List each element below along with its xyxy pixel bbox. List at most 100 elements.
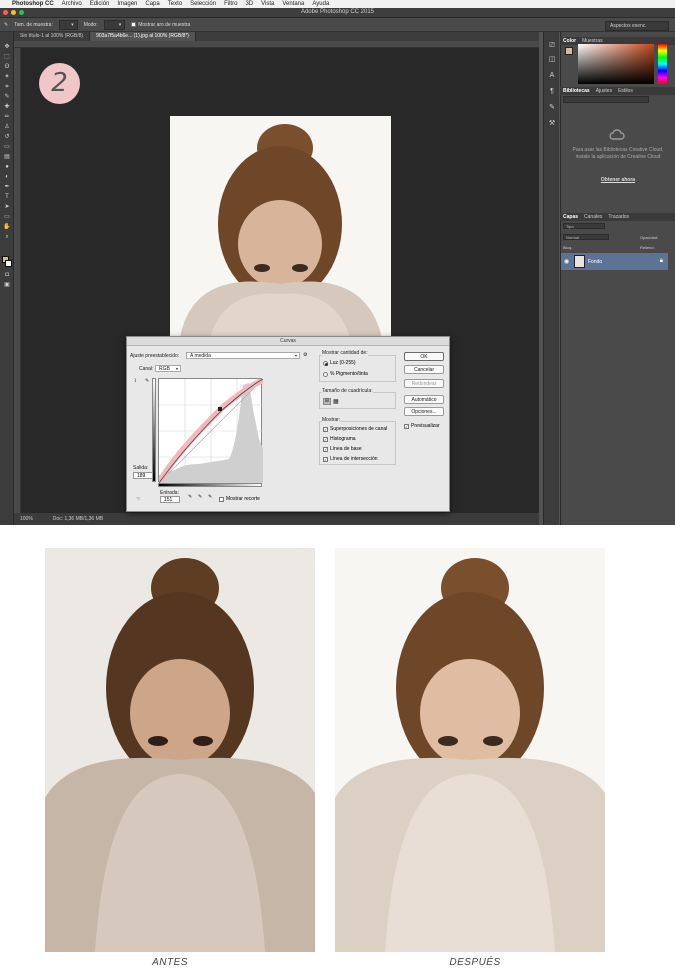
document-image[interactable] bbox=[170, 116, 391, 338]
output-label: Salida: bbox=[133, 465, 149, 471]
hand-tool-icon[interactable]: ✋ bbox=[3, 224, 11, 231]
tab-paths[interactable]: Trazados bbox=[608, 214, 629, 220]
magic-wand-tool-icon[interactable]: ✶ bbox=[3, 74, 11, 81]
curves-graph[interactable] bbox=[158, 378, 264, 484]
menu-texto[interactable]: Texto bbox=[168, 1, 182, 7]
sample-size-select[interactable]: ▾ bbox=[58, 19, 78, 30]
menu-app-name[interactable]: Photoshop CC bbox=[12, 1, 54, 7]
detailed-grid-icon[interactable]: ▦ bbox=[333, 398, 339, 405]
menu-filtro[interactable]: Filtro bbox=[224, 1, 237, 7]
eye-icon[interactable]: ◉ bbox=[564, 258, 569, 265]
quick-mask-icon[interactable]: ◘ bbox=[3, 272, 11, 279]
character-panel-icon[interactable]: A bbox=[548, 72, 556, 80]
eraser-tool-icon[interactable]: ▭ bbox=[3, 144, 11, 151]
gradient-tool-icon[interactable]: ▤ bbox=[3, 154, 11, 161]
library-select[interactable] bbox=[563, 96, 649, 103]
tool-presets-panel-icon[interactable]: ⚒ bbox=[548, 120, 556, 128]
tab-libraries[interactable]: Bibliotecas bbox=[563, 88, 590, 94]
paragraph-panel-icon[interactable]: ¶ bbox=[548, 88, 556, 96]
black-point-eyedropper-icon[interactable]: ✎ bbox=[188, 494, 192, 500]
preset-select[interactable]: A medida ▾ bbox=[186, 352, 300, 359]
menu-imagen[interactable]: Imagen bbox=[117, 1, 137, 7]
healing-brush-tool-icon[interactable]: ✚ bbox=[3, 104, 11, 111]
eyedropper-tool-icon[interactable]: ✎ bbox=[3, 94, 11, 101]
marquee-tool-icon[interactable]: ⬚ bbox=[3, 54, 11, 61]
white-point-eyedropper-icon[interactable]: ✎ bbox=[208, 494, 212, 500]
clone-stamp-tool-icon[interactable]: ♙ bbox=[3, 124, 11, 131]
crop-tool-icon[interactable]: ⌗ bbox=[3, 84, 11, 91]
menu-archivo[interactable]: Archivo bbox=[62, 1, 82, 7]
input-field[interactable]: 151 bbox=[160, 496, 180, 503]
ok-button[interactable]: OK bbox=[404, 352, 444, 361]
color-panel-foreground-swatch[interactable] bbox=[565, 47, 573, 55]
screen-mode-icon[interactable]: ▣ bbox=[3, 282, 11, 289]
tab-layers[interactable]: Capas bbox=[563, 214, 578, 220]
targeted-adjustment-icon[interactable]: ☜ bbox=[136, 496, 140, 502]
rectangle-tool-icon[interactable]: ▭ bbox=[3, 214, 11, 221]
color-field[interactable] bbox=[578, 44, 654, 84]
menu-capa[interactable]: Capa bbox=[145, 1, 159, 7]
preset-value: A medida bbox=[190, 353, 211, 359]
path-selection-tool-icon[interactable]: ➤ bbox=[3, 204, 11, 211]
menu-seleccion[interactable]: Selección bbox=[190, 1, 216, 7]
options-button[interactable]: Opciones... bbox=[404, 407, 444, 416]
histogram-checkbox[interactable]: ✓ Histograma bbox=[323, 436, 356, 442]
hue-slider[interactable] bbox=[658, 44, 667, 84]
show-ring-checkbox[interactable]: Mostrar aro de muestra bbox=[131, 22, 190, 28]
show-clipping-checkbox[interactable]: Mostrar recorte bbox=[219, 496, 260, 502]
layer-name: Fondo bbox=[588, 259, 603, 265]
menu-ventana[interactable]: Ventana bbox=[282, 1, 304, 7]
history-brush-tool-icon[interactable]: ↺ bbox=[3, 134, 11, 141]
lasso-tool-icon[interactable]: ʘ bbox=[3, 64, 11, 71]
dodge-tool-icon[interactable]: ◐ bbox=[3, 174, 11, 181]
simple-grid-icon[interactable]: ⊞ bbox=[323, 398, 331, 405]
pencil-icon[interactable]: ✎ bbox=[145, 378, 149, 384]
creative-cloud-icon bbox=[609, 129, 625, 140]
document-tab-photo[interactable]: 903a7f5a4b6e... (1).jpg al 100% (RGB/8*) bbox=[90, 32, 196, 41]
curve-edit-points-icon[interactable]: ⌇ bbox=[134, 378, 136, 384]
background-color-swatch[interactable] bbox=[5, 260, 12, 267]
blend-mode-select[interactable]: Normal bbox=[563, 234, 609, 240]
preset-menu-gear-icon[interactable]: ⚙ bbox=[303, 352, 307, 358]
brush-panel-icon[interactable]: ✎ bbox=[548, 104, 556, 112]
output-field[interactable]: 189 bbox=[133, 472, 153, 479]
baseline-checkbox[interactable]: ✓ Línea de base bbox=[323, 446, 362, 452]
pen-tool-icon[interactable]: ✒ bbox=[3, 184, 11, 191]
output-gradient-bar bbox=[152, 378, 156, 482]
intersection-line-checkbox[interactable]: ✓ Línea de intersección bbox=[323, 456, 378, 462]
menu-vista[interactable]: Vista bbox=[261, 1, 274, 7]
preview-checkbox[interactable]: ✓ Previsualizar bbox=[404, 423, 440, 429]
auto-button[interactable]: Automático bbox=[404, 395, 444, 404]
menu-edicion[interactable]: Edición bbox=[90, 1, 110, 7]
after-caption: DESPUÉS bbox=[449, 957, 501, 968]
move-tool-icon[interactable]: ✥ bbox=[3, 44, 11, 51]
properties-panel-icon[interactable]: ◫ bbox=[548, 56, 556, 64]
tab-color[interactable]: Color bbox=[563, 38, 576, 44]
workspace-select[interactable]: Aspectos esenc. bbox=[605, 21, 669, 31]
pigment-radio-label: % Pigmento/tinta bbox=[330, 371, 368, 377]
menu-3d[interactable]: 3D bbox=[245, 1, 253, 7]
layer-kind-filter[interactable]: Tipo bbox=[563, 223, 605, 229]
history-panel-icon[interactable]: ⎚ bbox=[548, 42, 556, 50]
tab-channels[interactable]: Canales bbox=[584, 214, 602, 220]
smooth-button[interactable]: Redondear bbox=[404, 379, 444, 388]
document-tab-untitled[interactable]: Sin título-1 al 100% (RGB/8) bbox=[14, 32, 91, 41]
brush-tool-icon[interactable]: ✏ bbox=[3, 114, 11, 121]
get-now-link[interactable]: Obtener ahora bbox=[566, 177, 670, 183]
zoom-tool-icon[interactable]: ⌕ bbox=[3, 234, 11, 241]
menu-ayuda[interactable]: Ayuda bbox=[312, 1, 329, 7]
channel-select[interactable]: RGB ▾ bbox=[155, 365, 181, 372]
tab-styles[interactable]: Estilos bbox=[618, 88, 633, 94]
blur-tool-icon[interactable]: ● bbox=[3, 164, 11, 171]
mode-select[interactable]: ▾ bbox=[103, 19, 126, 30]
zoom-level[interactable]: 100% bbox=[20, 516, 33, 522]
layer-row-background[interactable]: ◉ Fondo 🔒︎ bbox=[561, 253, 668, 270]
tab-adjustments[interactable]: Ajustes bbox=[596, 88, 612, 94]
channel-overlays-checkbox[interactable]: ✓ Superposiciones de canal bbox=[323, 426, 387, 432]
cancel-button[interactable]: Cancelar bbox=[404, 365, 444, 374]
eyedropper-icon[interactable]: ✎ bbox=[4, 22, 8, 28]
light-radio[interactable]: Luz (0-255) bbox=[323, 360, 356, 366]
gray-point-eyedropper-icon[interactable]: ✎ bbox=[198, 494, 202, 500]
type-tool-icon[interactable]: T bbox=[3, 194, 11, 201]
pigment-radio[interactable]: % Pigmento/tinta bbox=[323, 371, 368, 377]
